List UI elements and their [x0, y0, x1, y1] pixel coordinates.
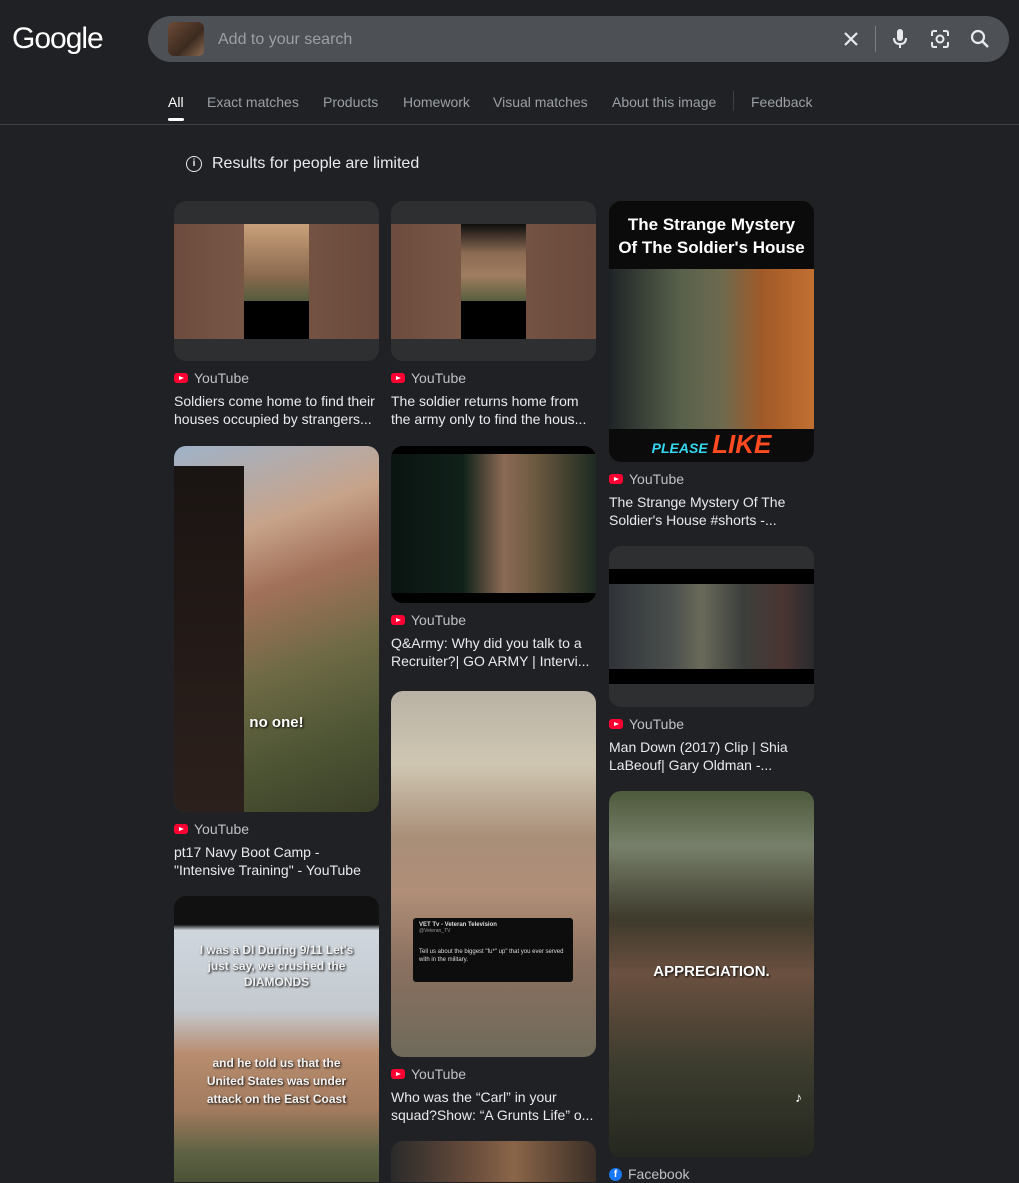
result-card[interactable]: APPRECIATION. ♪ f Facebook: [609, 791, 814, 1183]
facebook-icon: f: [609, 1167, 622, 1181]
youtube-icon: [174, 373, 188, 383]
search-input[interactable]: [216, 28, 760, 52]
result-title[interactable]: The soldier returns home from the army o…: [391, 392, 596, 428]
result-source: YouTube: [609, 715, 814, 733]
like-overlay: LIKE: [712, 429, 772, 459]
result-source: YouTube: [609, 470, 814, 488]
overlay-post-text: Tell us about the biggest "fu*" up" that…: [419, 949, 564, 963]
result-card[interactable]: YouTube Q&Army: Why did you talk to a Re…: [391, 446, 596, 670]
thumbnail-caption: no one!: [249, 714, 304, 731]
result-source: YouTube: [391, 369, 596, 387]
youtube-icon: [609, 719, 623, 729]
result-card[interactable]: The Strange Mystery Of The Soldier's Hou…: [609, 201, 814, 529]
tab-exact-matches[interactable]: Exact matches: [207, 94, 299, 110]
tab-all[interactable]: All: [168, 94, 184, 110]
result-thumbnail[interactable]: The Strange Mystery Of The Soldier's Hou…: [609, 201, 814, 462]
result-thumbnail[interactable]: I was a DI During 9/11 Let's just say, w…: [174, 896, 379, 1182]
result-source: YouTube: [174, 820, 379, 838]
clear-icon[interactable]: [839, 27, 863, 51]
feedback-link[interactable]: Feedback: [751, 94, 812, 110]
tiktok-icon: ♪: [795, 1089, 802, 1105]
result-source: YouTube: [391, 1065, 596, 1083]
result-card[interactable]: [391, 1141, 596, 1182]
search-icon[interactable]: [968, 27, 992, 51]
tab-bar: All Exact matches Products Homework Visu…: [0, 88, 1019, 125]
search-bar: [148, 16, 1009, 62]
youtube-icon: [391, 1069, 405, 1079]
info-icon: i: [186, 156, 202, 172]
youtube-icon: [391, 615, 405, 625]
result-title[interactable]: Who was the “Carl” in your squad?Show: “…: [391, 1088, 596, 1124]
thumbnail-caption: I was a DI During 9/11 Let's just say, w…: [199, 943, 354, 989]
result-card[interactable]: YouTube Soldiers come home to find their…: [174, 201, 379, 428]
result-card[interactable]: no one! YouTube pt17 Navy Boot Camp - "I…: [174, 446, 379, 879]
result-title[interactable]: Man Down (2017) Clip | Shia LaBeouf| Gar…: [609, 738, 814, 774]
result-source: YouTube: [391, 611, 596, 629]
result-title[interactable]: Q&Army: Why did you talk to a Recruiter?…: [391, 634, 596, 670]
microphone-icon[interactable]: [888, 27, 912, 51]
please-overlay: PLEASE: [651, 440, 708, 456]
lens-icon[interactable]: [928, 27, 952, 51]
tab-separator: [733, 91, 734, 111]
tab-homework[interactable]: Homework: [403, 94, 470, 110]
active-tab-indicator: [168, 118, 184, 121]
result-thumbnail[interactable]: no one!: [174, 446, 379, 812]
youtube-icon: [609, 474, 623, 484]
youtube-icon: [174, 824, 188, 834]
tab-products[interactable]: Products: [323, 94, 378, 110]
thumbnail-title-overlay: The Strange Mystery Of The Soldier's Hou…: [618, 215, 805, 257]
tab-visual-matches[interactable]: Visual matches: [493, 94, 588, 110]
result-thumbnail[interactable]: APPRECIATION. ♪: [609, 791, 814, 1157]
notice-text: Results for people are limited: [212, 155, 420, 172]
result-title[interactable]: Soldiers come home to find their houses …: [174, 392, 379, 428]
thumbnail-caption: APPRECIATION.: [653, 963, 770, 980]
result-title[interactable]: The Strange Mystery Of The Soldier's Hou…: [609, 493, 814, 529]
people-results-notice: i Results for people are limited: [186, 155, 419, 173]
result-title[interactable]: pt17 Navy Boot Camp - "Intensive Trainin…: [174, 843, 379, 879]
result-card[interactable]: I was a DI During 9/11 Let's just say, w…: [174, 896, 379, 1182]
result-thumbnail[interactable]: [609, 546, 814, 707]
overlay-post-handle: @Veteran_TV: [419, 928, 451, 934]
result-card[interactable]: YouTube The soldier returns home from th…: [391, 201, 596, 428]
result-thumbnail[interactable]: [391, 1141, 596, 1182]
tab-about-this-image[interactable]: About this image: [612, 94, 716, 110]
result-source: f Facebook: [609, 1165, 814, 1183]
result-card[interactable]: VET Tv - Veteran Television @Veteran_TV …: [391, 691, 596, 1124]
thumbnail-caption: and he told us that the United States wa…: [206, 1056, 347, 1106]
search-divider: [875, 26, 876, 52]
result-thumbnail[interactable]: [174, 201, 379, 361]
result-thumbnail[interactable]: VET Tv - Veteran Television @Veteran_TV …: [391, 691, 596, 1057]
result-source: YouTube: [174, 369, 379, 387]
result-card[interactable]: YouTube Man Down (2017) Clip | Shia LaBe…: [609, 546, 814, 774]
youtube-icon: [391, 373, 405, 383]
result-thumbnail[interactable]: [391, 446, 596, 603]
search-image-thumbnail[interactable]: [168, 22, 204, 56]
google-logo[interactable]: Google: [12, 22, 104, 56]
result-thumbnail[interactable]: [391, 201, 596, 361]
